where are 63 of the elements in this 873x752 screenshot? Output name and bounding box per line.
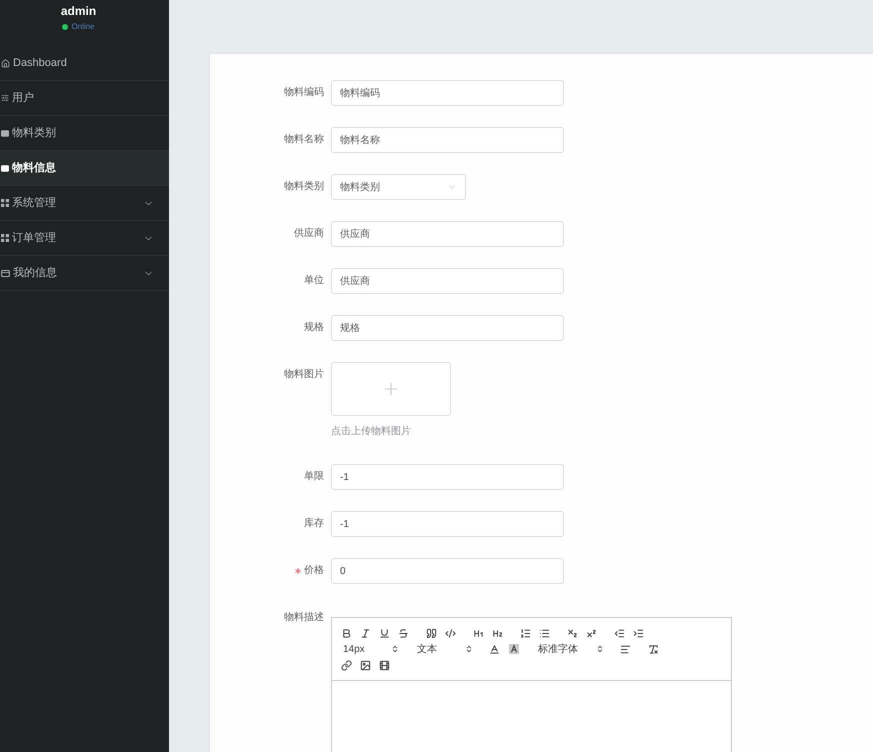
field-label: 物料编码 [284, 87, 324, 99]
house-icon [1, 58, 10, 68]
ordered-list-icon[interactable] [520, 628, 531, 638]
bold-icon[interactable] [341, 628, 352, 638]
square-icon [1, 164, 9, 172]
input-field[interactable]: -1 [331, 464, 564, 490]
field-label: 规格 [304, 322, 324, 334]
sidebar-menu-item[interactable]: 系统管理 [0, 186, 169, 221]
video-icon[interactable] [379, 660, 390, 670]
input-field[interactable]: 供应商 [331, 221, 564, 247]
link-icon[interactable] [341, 660, 352, 670]
sidebar-menu-item[interactable]: Dashboard [0, 46, 169, 81]
italic-icon[interactable] [360, 628, 371, 638]
square-icon [1, 130, 9, 136]
sidebar-menu-item[interactable]: 我的信息 [0, 256, 169, 291]
bullet-list-icon[interactable] [539, 628, 550, 638]
font-family-picker[interactable]: 标准字体 [532, 641, 607, 657]
field-label: 单限 [304, 471, 324, 483]
subscript-icon[interactable] [567, 628, 578, 638]
input-field[interactable]: -1 [331, 511, 564, 537]
heading-1-icon[interactable] [473, 628, 484, 638]
text-color-icon[interactable] [489, 644, 500, 654]
input-field[interactable]: 供应商 [331, 268, 564, 294]
field-label: 物料名称 [284, 134, 324, 146]
sidebar-menu-item[interactable]: 用户 [0, 81, 169, 116]
input-field[interactable]: 物料编码 [331, 80, 564, 106]
input-field[interactable]: 物料名称 [331, 127, 564, 153]
field-label: 价格 [304, 565, 324, 577]
field-label: 供应商 [294, 228, 324, 240]
card-icon [1, 270, 10, 276]
upload-hint: 点击上传物料图片 [331, 426, 411, 438]
field-label: 单位 [304, 275, 324, 287]
select-field[interactable]: 物料类别 [331, 174, 466, 200]
grid-icon [1, 199, 9, 207]
clear-format-icon[interactable] [648, 644, 659, 654]
input-field[interactable]: 0 [331, 558, 564, 584]
field-label: 库存 [304, 518, 324, 530]
underline-icon[interactable] [379, 628, 390, 638]
grid-icon [1, 234, 9, 242]
heading-2-icon[interactable] [492, 628, 503, 638]
align-left-icon[interactable] [620, 644, 631, 654]
indent-icon[interactable] [633, 628, 644, 638]
outdent-icon[interactable] [614, 628, 625, 638]
code-icon[interactable] [445, 628, 456, 638]
highlight-icon[interactable] [508, 644, 518, 654]
heading-picker[interactable]: 文本 [411, 641, 476, 657]
strikethrough-icon[interactable] [398, 628, 409, 638]
user-name: admin [60, 3, 96, 19]
field-label: 物料类别 [284, 181, 324, 193]
field-label: 物料描述 [284, 612, 324, 624]
up-down-arrows-icon [465, 645, 473, 653]
sidebar-menu-item[interactable]: 物料信息 [0, 151, 169, 186]
up-down-arrows-icon [596, 645, 604, 653]
quote-icon[interactable] [426, 628, 437, 638]
up-down-arrows-icon [391, 645, 399, 653]
image-icon[interactable] [360, 660, 371, 670]
superscript-icon[interactable] [586, 628, 597, 638]
field-label: 物料图片 [284, 369, 324, 381]
user-status: Online [71, 22, 95, 32]
input-field[interactable]: 规格 [331, 315, 564, 341]
sidebar-menu-item[interactable]: 订单管理 [0, 221, 169, 256]
sliders-icon [1, 94, 9, 102]
font-size-picker[interactable]: 14px [337, 641, 402, 657]
